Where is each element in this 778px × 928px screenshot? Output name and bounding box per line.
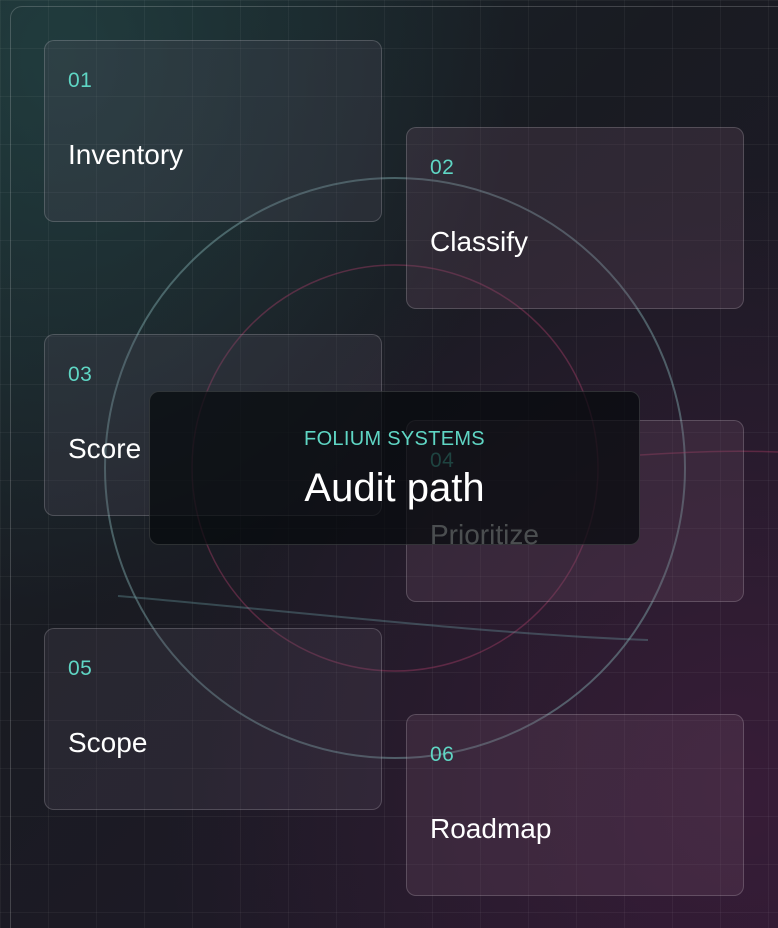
step-label: Roadmap [430, 813, 552, 844]
brand-name: FOLIUM SYSTEMS [304, 428, 485, 450]
center-hub-panel: FOLIUM SYSTEMS Audit path [149, 391, 640, 545]
step-number: 03 [68, 363, 93, 386]
step-number: 01 [68, 69, 93, 92]
step-card-roadmap: 06 Roadmap [406, 714, 744, 896]
step-label: Classify [430, 226, 529, 257]
step-number: 06 [430, 743, 455, 766]
hub-title: Audit path [304, 466, 485, 510]
diagram-canvas: 01 Inventory 02 Classify 03 Score 04 Pri… [0, 0, 778, 928]
step-number: 05 [68, 657, 93, 680]
step-number: 02 [430, 156, 455, 179]
step-label: Inventory [68, 139, 184, 170]
step-label: Scope [68, 727, 148, 758]
step-label: Score [68, 433, 142, 464]
step-card-inventory: 01 Inventory [44, 40, 382, 222]
step-card-classify: 02 Classify [406, 127, 744, 309]
step-card-scope: 05 Scope [44, 628, 382, 810]
